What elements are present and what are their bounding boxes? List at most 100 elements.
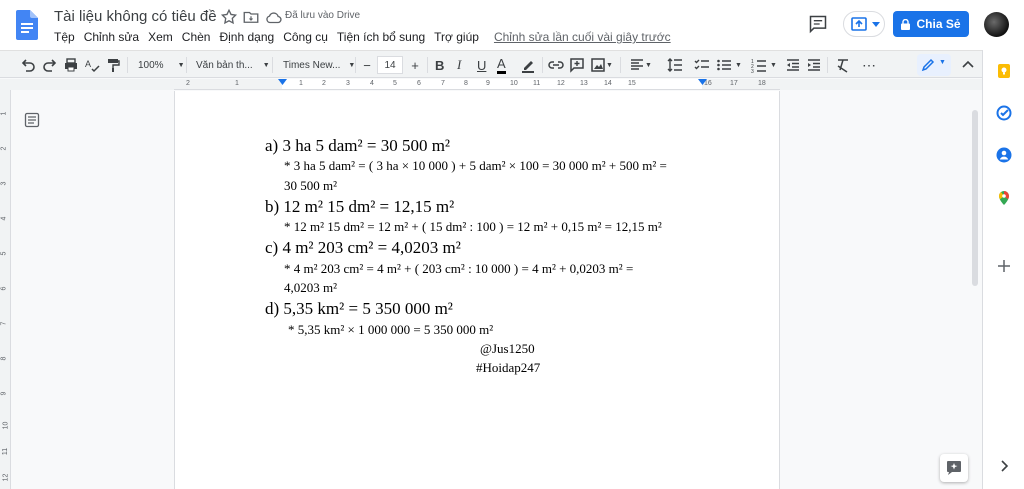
menu-edit[interactable]: Chỉnh sửa [84, 30, 139, 44]
clear-formatting-icon[interactable] [835, 57, 851, 73]
vertical-ruler[interactable]: 1 2 3 4 5 6 7 8 9 10 11 12 [0, 90, 11, 489]
bulleted-list-icon[interactable] [716, 57, 732, 73]
add-icon[interactable] [996, 258, 1012, 274]
ruler-tick-label: 3 [346, 80, 350, 87]
chevron-down-icon: ▼ [645, 61, 652, 69]
toolbar-divider [827, 57, 828, 73]
ruler-tick-label: 1 [235, 80, 239, 87]
redo-icon[interactable] [42, 57, 58, 73]
ruler-tick-label: 12 [557, 80, 565, 87]
increase-font-size-button[interactable]: + [408, 56, 422, 74]
highlight-color-icon[interactable] [520, 57, 536, 73]
editing-mode-select[interactable]: ▼ [917, 54, 951, 76]
ruler-tick-label: 14 [604, 80, 612, 87]
explanation-line: 30 500 m² [284, 178, 338, 193]
italic-button[interactable]: I [457, 56, 461, 74]
share-label: Chia Sẻ [916, 17, 961, 31]
indent-marker-icon[interactable] [278, 79, 287, 86]
tasks-icon[interactable] [996, 105, 1012, 121]
ruler-tick-label: 7 [441, 80, 445, 87]
vertical-scrollbar[interactable] [972, 110, 978, 286]
avatar[interactable] [984, 12, 1009, 37]
present-button[interactable] [843, 11, 885, 37]
cloud-saved-icon [266, 12, 282, 24]
ruler-tick-label: 4 [0, 216, 8, 221]
menu-help[interactable]: Trợ giúp [434, 30, 479, 44]
menu-view[interactable]: Xem [148, 30, 173, 44]
last-edit-link[interactable]: Chỉnh sửa lần cuối vài giây trước [494, 30, 671, 44]
align-icon[interactable] [629, 57, 645, 73]
toolbar-divider [127, 57, 128, 73]
toolbar-divider [272, 57, 273, 73]
add-comment-icon[interactable] [569, 57, 585, 73]
chevron-right-icon[interactable] [996, 458, 1012, 474]
save-status: Đã lưu vào Drive [285, 10, 361, 21]
answer-heading-d: d) 5,35 km² = 5 350 000 m² [265, 299, 453, 318]
font-size-input[interactable]: 14 [377, 56, 403, 74]
horizontal-ruler[interactable]: 2 1 1 2 3 4 5 6 7 8 9 10 11 12 13 14 15 … [174, 79, 780, 90]
document-page[interactable]: a) 3 ha 5 dam² = 30 500 m² * 3 ha 5 dam²… [174, 91, 780, 489]
print-icon[interactable] [63, 57, 79, 73]
explanation-line: * 12 m² 15 dm² = 12 m² + ( 15 dm² : 100 … [284, 219, 662, 234]
share-button[interactable]: Chia Sẻ [893, 11, 969, 37]
explanation-line: * 5,35 km² × 1 000 000 = 5 350 000 m² [288, 322, 494, 337]
decrease-font-size-button[interactable]: − [360, 56, 374, 74]
ruler-tick-label: 10 [2, 421, 10, 430]
checklist-icon[interactable] [694, 57, 710, 73]
toolbar-divider [542, 57, 543, 73]
zoom-select[interactable]: 100% ▼ [138, 56, 185, 74]
insert-image-icon[interactable] [590, 57, 606, 73]
answer-heading-b: b) 12 m² 15 dm² = 12,15 m² [265, 197, 455, 216]
ruler-tick-label: 11 [2, 447, 10, 456]
comments-icon[interactable] [808, 14, 828, 34]
chevron-up-icon[interactable] [960, 57, 976, 73]
decrease-indent-icon[interactable] [785, 57, 801, 73]
bold-button[interactable]: B [435, 56, 444, 74]
style-value: Văn bản th... [196, 59, 253, 71]
menu-insert[interactable]: Chèn [182, 30, 211, 44]
ruler-tick-label: 7 [0, 321, 8, 326]
explanation-line: * 4 m² 203 cm² = 4 m² + ( 203 cm² : 10 0… [284, 261, 634, 276]
underline-button[interactable]: U [477, 56, 486, 74]
ruler-tick-label: 15 [628, 80, 636, 87]
toolbar-divider [355, 57, 356, 73]
chevron-down-icon: ▼ [735, 61, 742, 69]
ruler-tick-label: 6 [0, 286, 8, 291]
move-folder-icon[interactable] [242, 8, 260, 26]
menu-format[interactable]: Định dạng [219, 30, 274, 44]
spellcheck-icon[interactable]: A [84, 57, 100, 73]
menu-tools[interactable]: Công cụ [283, 30, 328, 44]
ruler-tick-label: 10 [510, 80, 518, 87]
menu-addons[interactable]: Tiện ích bổ sung [337, 30, 425, 44]
toolbar: A 100% ▼ Văn bản th... ▼ Times New... ▼ − 1… [0, 50, 1024, 78]
explore-button[interactable] [940, 454, 968, 482]
text-color-button[interactable]: A [497, 56, 506, 74]
toolbar-divider [427, 57, 428, 73]
maps-icon[interactable] [996, 190, 1012, 206]
star-icon[interactable] [220, 8, 238, 26]
numbered-list-icon[interactable]: 123 [751, 57, 767, 73]
paint-format-icon[interactable] [105, 57, 121, 73]
ruler-tick-label: 5 [0, 251, 8, 256]
app-header: Tài liệu không có tiêu đề Đã lưu vào Dri… [0, 0, 1024, 50]
increase-indent-icon[interactable] [806, 57, 822, 73]
undo-icon[interactable] [20, 57, 36, 73]
menu-file[interactable]: Tệp [54, 30, 75, 44]
style-select[interactable]: Văn bản th... ▼ [196, 56, 270, 74]
svg-text:3: 3 [751, 69, 754, 73]
ruler-margin-right [702, 79, 780, 89]
font-select[interactable]: Times New... ▼ [283, 56, 355, 74]
keep-icon[interactable] [996, 63, 1012, 79]
right-indent-marker-icon[interactable] [698, 79, 707, 86]
ruler-tick-label: 1 [299, 80, 303, 87]
contacts-icon[interactable] [996, 147, 1012, 163]
line-spacing-icon[interactable] [667, 57, 683, 73]
ruler-tick-label: 17 [730, 80, 738, 87]
ruler-tick-label: 11 [533, 80, 541, 87]
more-options-button[interactable]: ⋯ [862, 56, 876, 74]
document-outline-icon[interactable] [24, 112, 40, 128]
document-title[interactable]: Tài liệu không có tiêu đề [54, 8, 217, 25]
link-icon[interactable] [548, 57, 564, 73]
ruler-margin-left [174, 79, 282, 89]
docs-logo-icon[interactable] [16, 10, 38, 40]
